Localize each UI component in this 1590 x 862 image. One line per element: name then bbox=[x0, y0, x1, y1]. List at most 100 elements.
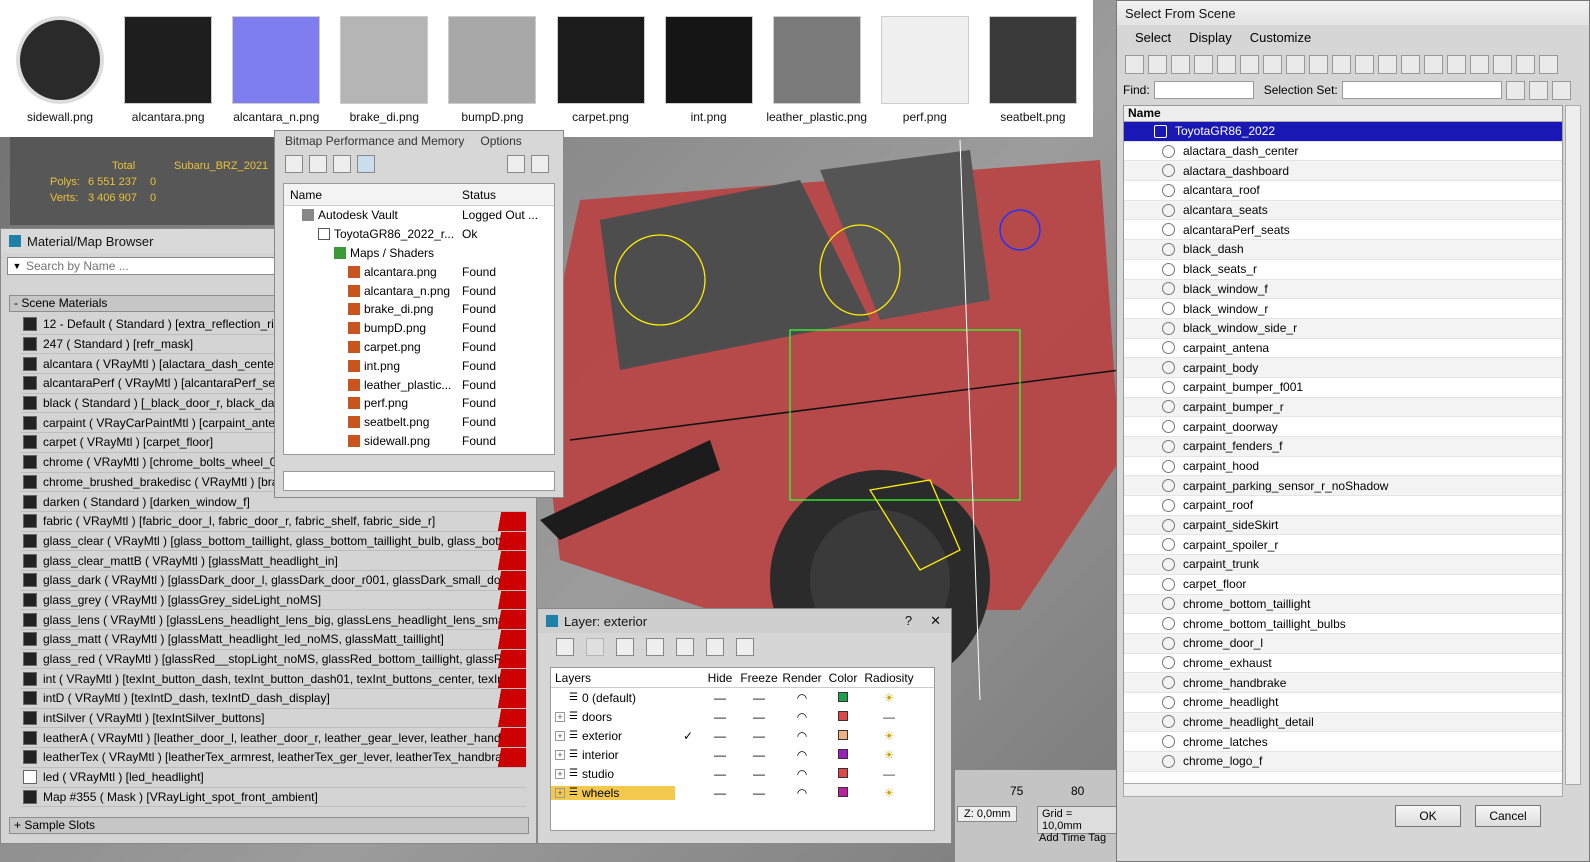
bitmap-row[interactable]: sidewall.png Found bbox=[284, 432, 554, 451]
texture-thumbnail[interactable]: perf.png bbox=[871, 10, 979, 137]
material-item[interactable]: glass_lens ( VRayMtl ) [glassLens_headli… bbox=[21, 610, 526, 630]
material-item[interactable]: glass_clear ( VRayMtl ) [glass_bottom_ta… bbox=[21, 531, 526, 552]
material-search-input[interactable] bbox=[26, 259, 266, 273]
expand-icon[interactable]: + bbox=[555, 787, 565, 798]
material-item[interactable]: leatherA ( VRayMtl ) [leather_door_l, le… bbox=[21, 728, 526, 749]
horizontal-scrollbar[interactable] bbox=[1123, 783, 1563, 797]
scene-root-item[interactable]: ToyotaGR86_2022 bbox=[1124, 122, 1562, 142]
bitmap-row[interactable]: seatbelt.png Found bbox=[284, 413, 554, 432]
expand-icon[interactable] bbox=[555, 693, 565, 703]
texture-thumbnail[interactable]: alcantara.png bbox=[114, 10, 222, 137]
add-to-layer-icon[interactable] bbox=[616, 638, 634, 656]
list-icon[interactable] bbox=[309, 155, 327, 173]
scene-object-item[interactable]: carpaint_doorway bbox=[1124, 417, 1562, 437]
xrefs-filter-icon[interactable] bbox=[1355, 54, 1374, 74]
material-item[interactable]: glass_grey ( VRayMtl ) [glassGrey_sideLi… bbox=[21, 590, 526, 611]
hide-toggle[interactable]: — bbox=[701, 748, 739, 762]
scene-object-item[interactable]: black_window_side_r bbox=[1124, 318, 1562, 339]
hide-toggle[interactable]: — bbox=[701, 767, 739, 781]
hide-toggle[interactable]: — bbox=[701, 691, 739, 705]
display-layers-icon[interactable] bbox=[1470, 54, 1489, 74]
scene-object-item[interactable]: carpaint_spoiler_r bbox=[1124, 535, 1562, 556]
bitmap-row[interactable]: perf.png Found bbox=[284, 394, 554, 413]
bitmap-row[interactable]: bumpD.png Found bbox=[284, 319, 554, 338]
render-teapot-icon[interactable]: ◠ bbox=[779, 767, 825, 781]
scene-object-item[interactable]: carpaint_fenders_f bbox=[1124, 437, 1562, 457]
texture-thumbnail[interactable]: leather_plastic.png bbox=[763, 10, 871, 137]
material-item[interactable]: int ( VRayMtl ) [texInt_button_dash, tex… bbox=[21, 669, 526, 690]
menu-display[interactable]: Display bbox=[1189, 30, 1232, 45]
radiosity-icon[interactable]: ☀ bbox=[861, 729, 917, 743]
scene-object-item[interactable]: chrome_bottom_taillight bbox=[1124, 594, 1562, 615]
freeze-toggle[interactable]: — bbox=[739, 710, 779, 724]
scene-object-item[interactable]: chrome_door_l bbox=[1124, 633, 1562, 654]
render-teapot-icon[interactable]: ◠ bbox=[779, 786, 825, 800]
expand-icon[interactable]: + bbox=[555, 730, 565, 741]
scene-object-item[interactable]: alactara_dashboard bbox=[1124, 161, 1562, 182]
freeze-toggle[interactable]: — bbox=[739, 786, 779, 800]
freeze-all-icon[interactable] bbox=[736, 638, 754, 656]
bitmap-row[interactable]: alcantara_n.png Found bbox=[284, 281, 554, 300]
bitmap-row[interactable]: leather_plastic... Found bbox=[284, 375, 554, 394]
bitmap-col-name[interactable]: Name bbox=[284, 188, 456, 202]
helpers-filter-icon[interactable] bbox=[1286, 54, 1305, 74]
bitmap-path-field[interactable] bbox=[283, 471, 555, 491]
help-icon[interactable] bbox=[531, 155, 549, 173]
render-teapot-icon[interactable]: ◠ bbox=[779, 729, 825, 743]
material-item[interactable]: intSilver ( VRayMtl ) [texIntSilver_butt… bbox=[21, 708, 526, 729]
menu-select[interactable]: Select bbox=[1135, 30, 1171, 45]
refresh-icon[interactable] bbox=[285, 155, 303, 173]
ok-button[interactable]: OK bbox=[1395, 805, 1461, 827]
radiosity-icon[interactable]: — bbox=[861, 710, 917, 724]
scene-object-item[interactable]: alcantara_roof bbox=[1124, 181, 1562, 201]
expand-icon[interactable]: + bbox=[555, 749, 565, 760]
scene-object-item[interactable]: black_dash bbox=[1124, 240, 1562, 260]
close-button[interactable]: ✕ bbox=[930, 613, 941, 629]
material-search[interactable]: ▼ bbox=[7, 257, 275, 275]
bitmap-row[interactable]: alcantara.png Found bbox=[284, 262, 554, 281]
lights-filter-icon[interactable] bbox=[1240, 54, 1259, 74]
material-item[interactable]: glass_red ( VRayMtl ) [glassRed__stopLig… bbox=[21, 649, 526, 670]
highlight-layer-icon[interactable] bbox=[676, 638, 694, 656]
warps-filter-icon[interactable] bbox=[1309, 54, 1328, 74]
active-layer-check[interactable]: ✓ bbox=[675, 729, 701, 743]
sort-desc-icon[interactable] bbox=[1551, 80, 1571, 100]
layer-row[interactable]: + ☰ doors — — ◠ — bbox=[551, 707, 934, 726]
scene-object-item[interactable]: chrome_bottom_taillight_bulbs bbox=[1124, 614, 1562, 634]
vault-icon[interactable] bbox=[507, 155, 525, 173]
scene-object-item[interactable]: chrome_exhaust bbox=[1124, 654, 1562, 674]
scene-object-item[interactable]: chrome_headlight bbox=[1124, 693, 1562, 713]
material-item[interactable]: fabric ( VRayMtl ) [fabric_door_l, fabri… bbox=[21, 511, 526, 532]
radiosity-icon[interactable]: ☀ bbox=[861, 748, 917, 762]
layer-color-swatch[interactable] bbox=[838, 729, 848, 740]
texture-thumbnail[interactable]: alcantara_n.png bbox=[222, 10, 330, 137]
hide-all-icon[interactable] bbox=[706, 638, 724, 656]
containers-filter-icon[interactable] bbox=[1401, 54, 1420, 74]
scene-object-item[interactable]: carpaint_trunk bbox=[1124, 555, 1562, 575]
cameras-filter-icon[interactable] bbox=[1263, 54, 1282, 74]
layer-color-swatch[interactable] bbox=[838, 786, 848, 797]
material-item[interactable]: glass_matt ( VRayMtl ) [glassMatt_headli… bbox=[21, 630, 526, 650]
z-coordinate-field[interactable]: Z: 0,0mm bbox=[957, 806, 1018, 822]
geometry-filter-icon[interactable] bbox=[1194, 54, 1213, 74]
select-titlebar[interactable]: Select From Scene bbox=[1117, 1, 1589, 25]
scene-object-item[interactable]: black_window_r bbox=[1124, 299, 1562, 319]
select-none-icon[interactable] bbox=[1148, 54, 1167, 74]
scene-object-item[interactable]: chrome_latches bbox=[1124, 732, 1562, 752]
texture-thumbnail[interactable]: carpet.png bbox=[546, 10, 654, 137]
bitmap-row[interactable]: ToyotaGR86_2022_r... Ok bbox=[284, 225, 554, 244]
bones-filter-icon[interactable] bbox=[1378, 54, 1397, 74]
scene-object-item[interactable]: carpaint_bumper_f001 bbox=[1124, 378, 1562, 398]
render-teapot-icon[interactable]: ◠ bbox=[779, 748, 825, 762]
scene-object-item[interactable]: chrome_headlight_detail bbox=[1124, 712, 1562, 733]
scene-object-item[interactable]: carpaint_hood bbox=[1124, 457, 1562, 477]
find-input[interactable] bbox=[1153, 81, 1254, 99]
expand-icon[interactable]: + bbox=[555, 711, 565, 722]
bitmap-row[interactable]: Autodesk Vault Logged Out ... bbox=[284, 206, 554, 225]
material-item[interactable]: leatherTex ( VRayMtl ) [leatherTex_armre… bbox=[21, 748, 526, 768]
bitmap-options-menu[interactable]: Options bbox=[480, 134, 521, 148]
bitmap-row[interactable]: carpet.png Found bbox=[284, 338, 554, 357]
scene-object-item[interactable]: chrome_logo_f bbox=[1124, 752, 1562, 772]
bitmap-col-status[interactable]: Status bbox=[456, 188, 496, 202]
selection-set-dropdown[interactable] bbox=[1341, 81, 1502, 99]
